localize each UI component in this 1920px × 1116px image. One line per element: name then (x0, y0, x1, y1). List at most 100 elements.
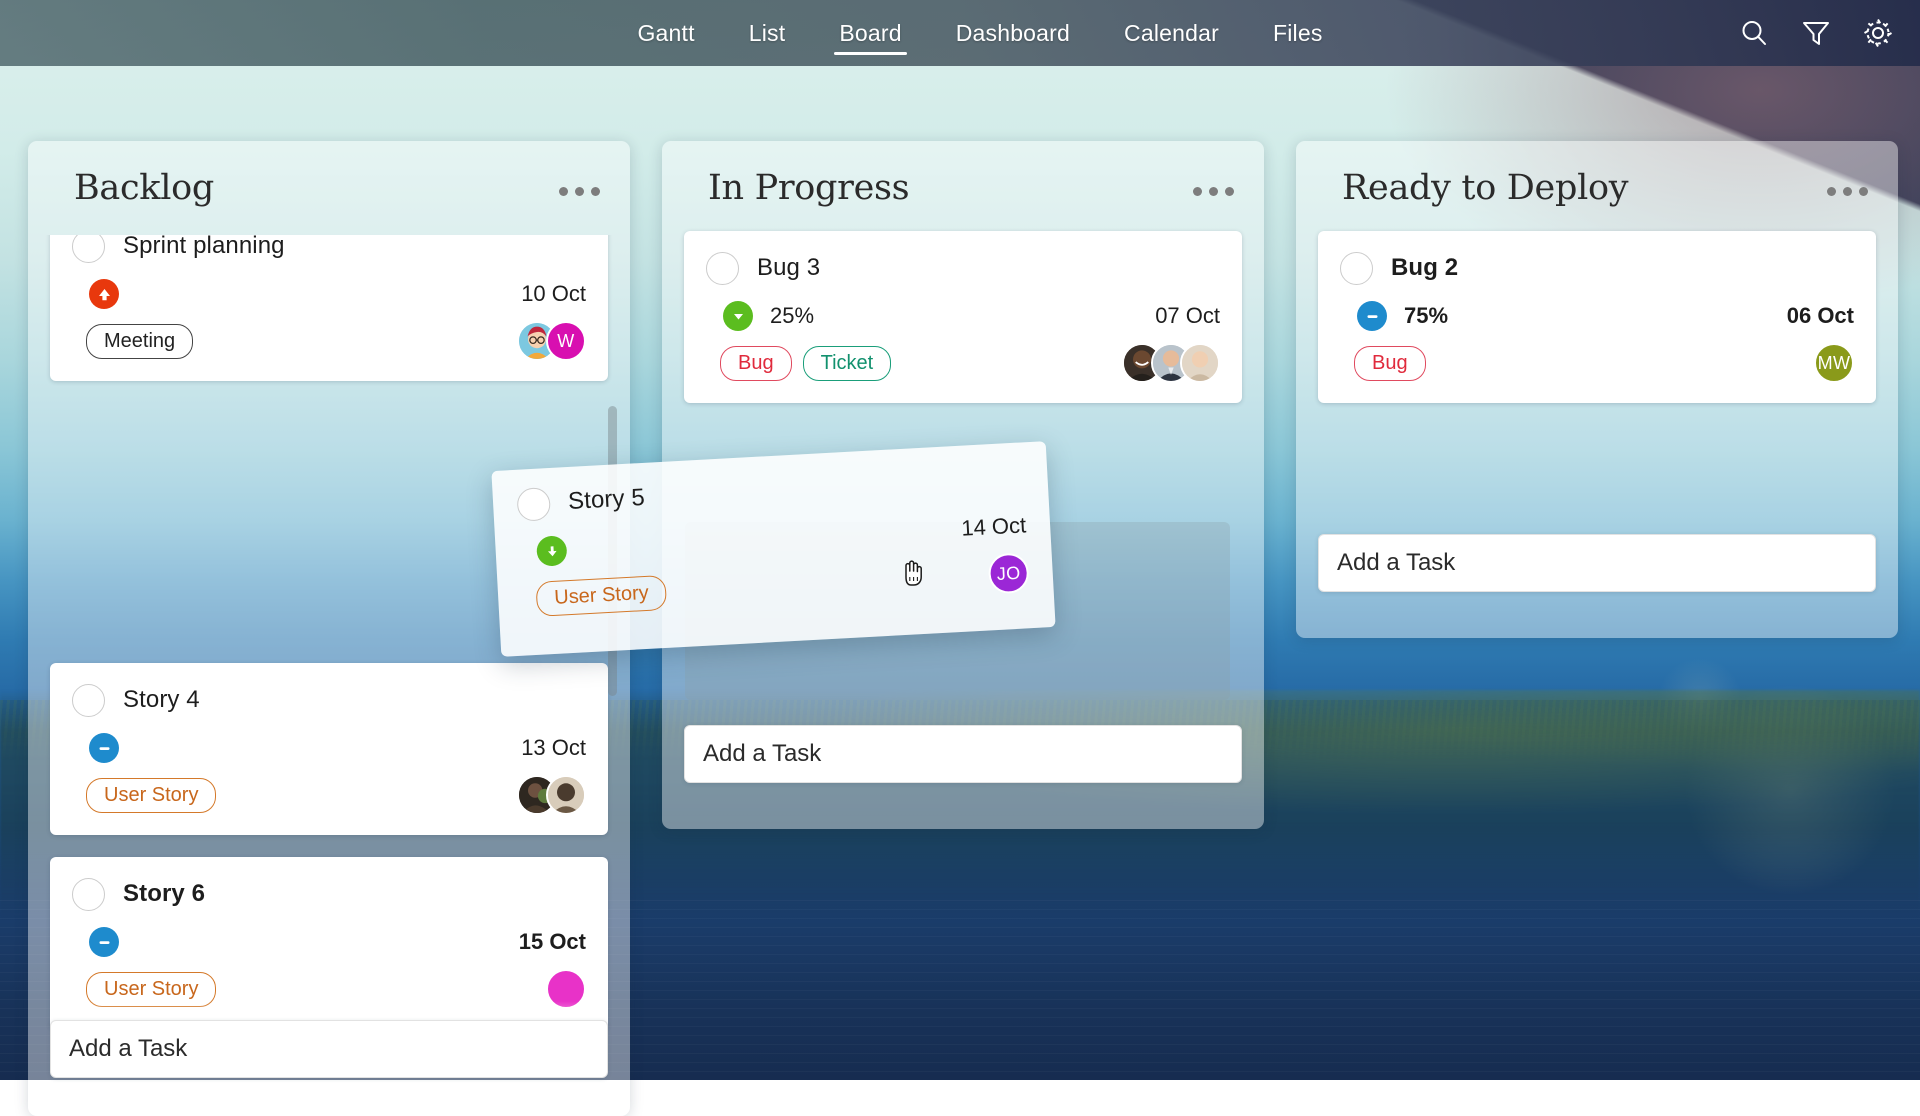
task-complete-checkbox[interactable] (72, 684, 105, 717)
task-tags: User Story (535, 574, 667, 616)
task-tag[interactable]: User Story (86, 972, 216, 1007)
column-header: In Progress (662, 141, 1264, 235)
task-tags: User Story (86, 778, 216, 813)
column-header: Ready to Deploy (1296, 141, 1898, 235)
task-due-date: 06 Oct (1787, 303, 1854, 329)
task-title: Story 6 (123, 880, 205, 908)
card-meta-row: 13 Oct (72, 729, 586, 767)
column-title: In Progress (708, 168, 909, 208)
task-tags: Meeting (86, 324, 193, 359)
column-card-list[interactable]: Bug 3 25% 07 Oct Bug Ticket (662, 231, 1264, 403)
nav-tab-calendar[interactable]: Calendar (1097, 0, 1246, 66)
task-complete-checkbox[interactable] (706, 252, 739, 285)
task-due-date: 15 Oct (519, 929, 586, 955)
task-tag[interactable]: Meeting (86, 324, 193, 359)
task-tags: Bug Ticket (720, 346, 891, 381)
task-assignees: MW (1814, 343, 1854, 383)
view-tabs: GanttListBoardDashboardCalendarFiles (570, 0, 1349, 66)
task-tag[interactable]: Bug (1354, 346, 1426, 381)
card-header-row: Story 4 (72, 681, 586, 719)
task-tag[interactable]: Ticket (803, 346, 892, 381)
priority-normal-icon[interactable] (1357, 301, 1387, 331)
task-card[interactable]: Sprint planning 10 Oct Meeting (50, 235, 608, 381)
task-title: Sprint planning (123, 235, 285, 260)
priority-high-icon[interactable] (89, 279, 119, 309)
task-title: Story 5 (567, 484, 645, 516)
card-header-row: Bug 2 (1340, 249, 1854, 287)
avatar[interactable] (1180, 343, 1220, 383)
card-footer-row: Bug MW (1340, 343, 1854, 383)
task-assignees (546, 969, 586, 1009)
avatar[interactable]: JO (988, 552, 1030, 594)
add-task-input[interactable]: Add a Task (50, 1020, 608, 1078)
task-card[interactable]: Bug 3 25% 07 Oct Bug Ticket (684, 231, 1242, 403)
board-column-ready-to-deploy: Ready to Deploy Bug 2 75% 06 Oct (1296, 141, 1898, 638)
priority-normal-icon[interactable] (89, 733, 119, 763)
task-complete-checkbox[interactable] (516, 487, 551, 522)
nav-tab-board[interactable]: Board (812, 0, 928, 66)
kanban-board: Backlog Sprint planning 10 Oct (0, 66, 1920, 1080)
nav-tab-files[interactable]: Files (1246, 0, 1350, 66)
nav-tab-gantt[interactable]: Gantt (610, 0, 721, 66)
card-footer-row: Bug Ticket (706, 343, 1220, 383)
task-card[interactable]: Bug 2 75% 06 Oct Bug MW (1318, 231, 1876, 403)
task-title: Bug 2 (1391, 254, 1458, 282)
task-due-date: 07 Oct (1155, 303, 1220, 329)
card-meta-row: 10 Oct (72, 275, 586, 313)
task-tags: User Story (86, 972, 216, 1007)
task-title: Story 4 (123, 686, 200, 714)
task-progress: 75% (1404, 303, 1448, 329)
card-footer-row: User Story (72, 775, 586, 815)
task-tag[interactable]: User Story (535, 574, 667, 616)
card-meta-row: 75% 06 Oct (1340, 297, 1854, 335)
card-header-row: Bug 3 (706, 249, 1220, 287)
card-header-row: Story 6 (72, 875, 586, 913)
task-card[interactable]: Story 4 13 Oct User Story (50, 663, 608, 835)
task-card[interactable]: Story 6 15 Oct User Story (50, 857, 608, 1029)
task-tag[interactable]: Bug (720, 346, 792, 381)
priority-low-icon[interactable] (723, 301, 753, 331)
card-footer-row: Meeting (72, 321, 586, 361)
column-title: Ready to Deploy (1342, 168, 1628, 208)
task-due-date: 10 Oct (521, 281, 586, 307)
search-icon[interactable] (1738, 17, 1770, 49)
avatar[interactable] (546, 969, 586, 1009)
task-due-date: 13 Oct (521, 735, 586, 761)
task-assignees (1122, 343, 1220, 383)
column-menu-button[interactable] (559, 187, 600, 196)
toolbar-icons (1738, 17, 1894, 49)
column-header: Backlog (28, 141, 630, 235)
add-task-input[interactable]: Add a Task (1318, 534, 1876, 592)
priority-normal-icon[interactable] (89, 927, 119, 957)
task-complete-checkbox[interactable] (72, 235, 105, 263)
filter-icon[interactable] (1800, 17, 1832, 49)
top-navigation-bar: GanttListBoardDashboardCalendarFiles (0, 0, 1920, 66)
priority-low-icon[interactable] (536, 535, 568, 567)
dragged-task-card[interactable]: Story 5 14 Oct User Story JO (491, 441, 1055, 657)
gear-icon[interactable] (1862, 17, 1894, 49)
card-meta-row: 25% 07 Oct (706, 297, 1220, 335)
add-task-input[interactable]: Add a Task (684, 725, 1242, 783)
card-header-row: Sprint planning (72, 235, 586, 265)
task-title: Bug 3 (757, 254, 820, 282)
column-title: Backlog (74, 168, 214, 208)
avatar[interactable]: MW (1814, 343, 1854, 383)
column-menu-button[interactable] (1827, 187, 1868, 196)
task-assignees (517, 775, 586, 815)
task-tag[interactable]: User Story (86, 778, 216, 813)
task-tags: Bug (1354, 346, 1426, 381)
task-complete-checkbox[interactable] (1340, 252, 1373, 285)
task-assignees: JO (988, 552, 1030, 594)
nav-tab-list[interactable]: List (722, 0, 813, 66)
nav-tab-dashboard[interactable]: Dashboard (929, 0, 1097, 66)
card-footer-row: User Story (72, 969, 586, 1009)
card-meta-row: 15 Oct (72, 923, 586, 961)
column-menu-button[interactable] (1193, 187, 1234, 196)
task-complete-checkbox[interactable] (72, 878, 105, 911)
column-card-list[interactable]: Bug 2 75% 06 Oct Bug MW (1296, 231, 1898, 403)
avatar[interactable] (546, 775, 586, 815)
task-assignees: W (517, 321, 586, 361)
task-due-date: 14 Oct (961, 512, 1027, 541)
avatar[interactable]: W (546, 321, 586, 361)
task-progress: 25% (770, 303, 814, 329)
